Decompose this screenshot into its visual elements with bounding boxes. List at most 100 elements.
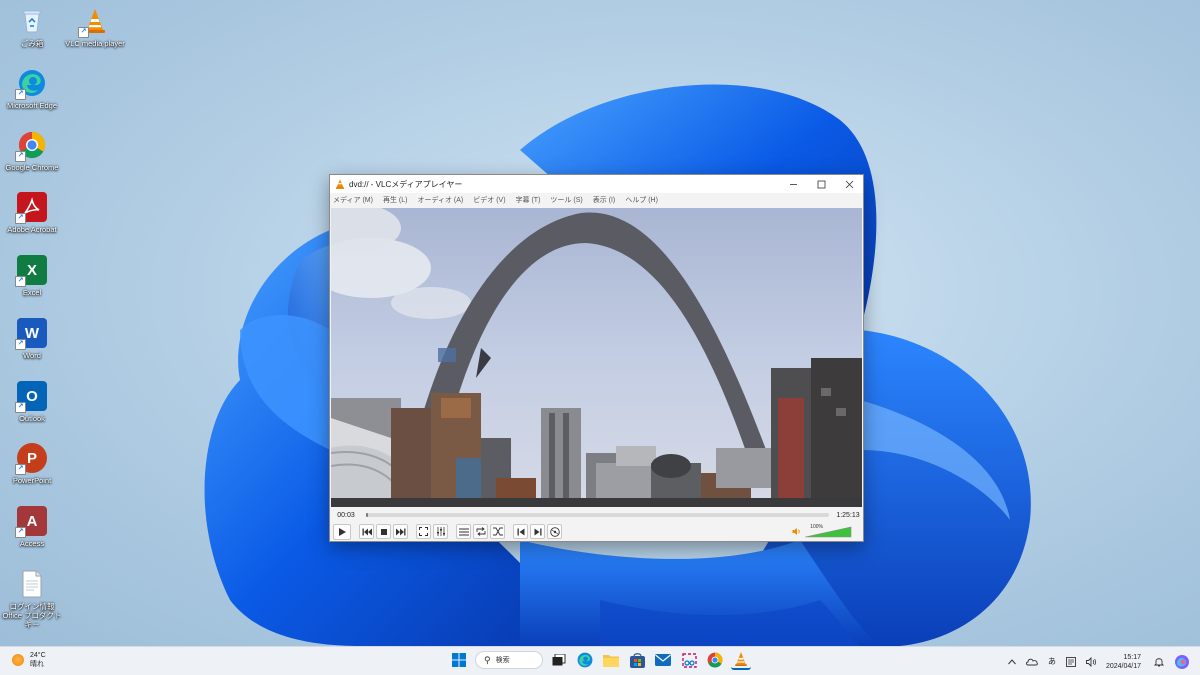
weather-desc: 晴れ [30,661,44,668]
taskbar-chrome[interactable] [705,650,725,670]
stop-icon [380,528,387,535]
shortcut-arrow-icon: ↗ [15,276,26,287]
desktop-icon-word[interactable]: W ↗ Word [0,318,64,360]
outlook-icon: O ↗ [15,381,47,413]
desktop-icon-document[interactable]: ログイン情報 Office プロダクトキー [0,569,64,629]
menu-tools[interactable]: ツール (S) [550,195,582,205]
loop-button[interactable] [473,524,488,539]
acrobat-icon: ↗ [15,192,47,224]
weather-temp: 24°C [30,652,46,659]
chevron-up-icon[interactable] [1008,658,1016,665]
disc-icon [549,526,560,537]
desktop-icon-outlook[interactable]: O ↗ Outlook [0,381,64,423]
weather-widget[interactable]: 24°C 晴れ [12,651,46,669]
fullscreen-button[interactable] [416,524,431,539]
menu-video[interactable]: ビデオ (V) [473,195,505,205]
extended-settings-button[interactable] [433,524,448,539]
vlc-window[interactable]: dvd:// - VLCメディアプレイヤー メディア (M) 再生 (L) オー… [329,174,864,542]
desktop-icon-excel[interactable]: X ↗ Excel [0,255,64,297]
menu-help[interactable]: ヘルプ (H) [625,195,658,205]
menu-playback[interactable]: 再生 (L) [383,195,408,205]
shortcut-arrow-icon: ↗ [15,464,26,475]
taskbar-store[interactable] [627,650,647,670]
taskbar-apps: ⚲ 検索 [446,650,754,670]
maximize-button[interactable] [807,175,835,193]
vlc-cone-icon: ↗ [78,6,110,38]
shortcut-arrow-icon: ↗ [15,213,26,224]
window-title: dvd:// - VLCメディアプレイヤー [349,179,463,189]
close-button[interactable] [835,175,863,193]
speaker-icon[interactable] [792,527,802,536]
shuffle-icon [492,527,503,536]
task-view-button[interactable] [549,650,569,670]
clipboard-icon[interactable] [1066,656,1076,667]
previous-chapter-button[interactable] [359,524,374,539]
access-icon: A ↗ [15,506,47,538]
desktop-icon-powerpoint[interactable]: P ↗ PowerPoint [0,443,64,485]
search-icon: ⚲ [484,654,491,665]
ime-indicator[interactable]: あ [1048,656,1056,667]
previous-icon [517,528,524,535]
taskbar-search[interactable]: ⚲ 検索 [475,651,543,669]
stop-button[interactable] [376,524,391,539]
previous-button[interactable] [513,524,528,539]
taskbar-vlc[interactable] [731,650,751,670]
clock[interactable]: 15:17 2024/04/17 [1106,653,1141,671]
control-bar [330,522,863,541]
shuffle-button[interactable] [490,524,505,539]
taskbar-mail[interactable] [653,650,673,670]
shortcut-arrow-icon: ↗ [15,402,26,413]
taskbar-edge[interactable] [575,650,595,670]
vlc-menubar: メディア (M) 再生 (L) オーディオ (A) ビデオ (V) 字幕 (T)… [330,193,863,207]
folder-icon [603,655,619,667]
loop-icon [476,527,485,536]
desktop-icon-acrobat[interactable]: ↗ Adobe Acrobat [0,192,64,234]
taskbar-snipping-tool[interactable] [679,650,699,670]
play-button[interactable] [333,523,351,540]
edge-icon [577,652,593,668]
fullscreen-icon [419,527,428,536]
total-time: 1:25:13 [836,511,860,519]
close-icon [845,180,853,188]
shortcut-arrow-icon: ↗ [15,527,26,538]
seek-bar[interactable] [366,513,829,517]
desktop-icon-label: Google Chrome [5,163,59,172]
clock-date: 2024/04/17 [1105,662,1141,670]
minimize-icon [789,183,797,185]
menu-audio[interactable]: オーディオ (A) [417,195,463,205]
minimize-button[interactable] [779,175,807,193]
start-button[interactable] [449,650,469,670]
skip-back-icon [362,528,372,535]
dvd-menu-button[interactable] [547,524,562,539]
playlist-button[interactable] [456,524,471,539]
store-icon [629,652,645,668]
desktop-icon-chrome[interactable]: ↗ Google Chrome [0,130,64,172]
vlc-cone-icon [735,652,747,666]
onedrive-icon[interactable] [1026,658,1038,666]
desktop-icon-vlc[interactable]: ↗ VLC media player [63,6,127,48]
menu-media[interactable]: メディア (M) [333,195,373,205]
video-frame[interactable] [331,208,862,507]
desktop-icon-access[interactable]: A ↗ Access [0,506,64,548]
task-view-icon [552,654,566,666]
equalizer-icon [436,527,445,536]
sun-icon [12,654,24,666]
copilot-icon[interactable] [1174,654,1190,670]
desktop-icon-label: VLC media player [65,39,125,48]
video-scene-image [331,208,862,507]
menu-view[interactable]: 表示 (I) [593,195,616,205]
next-chapter-button[interactable] [393,524,408,539]
desktop-icon-label: ごみ箱 [20,39,44,48]
notification-bell-icon[interactable] [1154,656,1164,667]
taskbar-file-explorer[interactable] [601,650,621,670]
excel-icon: X ↗ [15,255,47,287]
desktop-icon-recycle-bin[interactable]: ごみ箱 [0,6,64,48]
vlc-titlebar[interactable]: dvd:// - VLCメディアプレイヤー [330,175,863,193]
shortcut-arrow-icon: ↗ [15,339,26,350]
menu-subtitle[interactable]: 字幕 (T) [516,195,541,205]
shortcut-arrow-icon: ↗ [15,151,26,162]
next-button[interactable] [530,524,545,539]
seek-bar-fill [366,513,368,517]
desktop-icon-edge[interactable]: ↗ Microsoft Edge [0,68,64,110]
volume-icon[interactable] [1086,656,1097,667]
